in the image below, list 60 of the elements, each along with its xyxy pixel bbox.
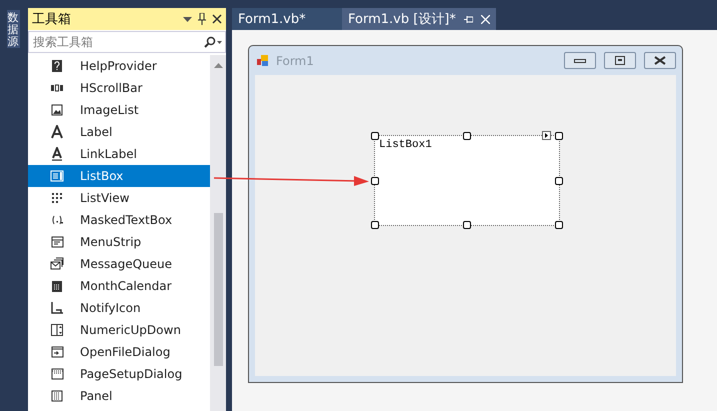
label-control-icon — [50, 125, 64, 139]
toolbox-item[interactable]: MaskedTextBox — [28, 209, 210, 231]
dropdown-icon[interactable] — [183, 16, 192, 22]
search-field[interactable]: 搜索工具箱 — [28, 31, 226, 53]
scroll-up-icon[interactable] — [214, 63, 222, 68]
resize-handle[interactable] — [371, 221, 379, 229]
search-icon[interactable] — [204, 36, 222, 48]
resize-handle[interactable] — [371, 132, 379, 140]
masked-text-icon — [50, 213, 64, 227]
scroll-thumb[interactable] — [214, 213, 222, 366]
dialog-icon — [50, 345, 64, 359]
link-label-icon — [50, 147, 64, 161]
smart-tag-icon[interactable] — [542, 131, 551, 140]
help-icon — [50, 59, 64, 73]
toolbox-item[interactable]: PageSetupDialog — [28, 363, 210, 385]
scrollbar[interactable] — [210, 55, 226, 411]
image-icon — [50, 103, 64, 117]
form-icon — [257, 54, 270, 66]
minimize-icon — [574, 58, 586, 62]
toolbox-item[interactable]: HelpProvider — [28, 55, 210, 77]
resize-handle[interactable] — [463, 221, 471, 229]
resize-handle[interactable] — [555, 132, 563, 140]
toolbox-item[interactable]: Panel — [28, 385, 210, 407]
toolbox-item[interactable]: OpenFileDialog — [28, 341, 210, 363]
toolbox-item[interactable]: HScrollBar — [28, 77, 210, 99]
pin-icon[interactable] — [198, 13, 206, 25]
calendar-icon — [50, 279, 64, 293]
toolbox-item[interactable]: MonthCalendar — [28, 275, 210, 297]
resize-handle[interactable] — [555, 177, 563, 185]
listbox-text: ListBox1 — [379, 139, 432, 151]
toolbox-item[interactable]: MessageQueue — [28, 253, 210, 275]
toolbox-item[interactable]: MenuStrip — [28, 231, 210, 253]
close-button[interactable] — [644, 52, 676, 69]
panel-title: 工具箱 — [32, 11, 72, 28]
toolbox-item[interactable]: ListView — [28, 187, 210, 209]
page-setup-icon — [50, 367, 64, 381]
maximize-button[interactable] — [604, 52, 636, 69]
form-title: Form1 — [276, 54, 315, 68]
spinner-icon — [50, 323, 64, 337]
list-view-icon — [50, 191, 64, 205]
close-icon[interactable] — [212, 14, 222, 24]
resize-handle[interactable] — [463, 132, 471, 140]
toolbox-item[interactable]: NumericUpDown — [28, 319, 210, 341]
toolbox-item[interactable]: ListBox — [28, 165, 210, 187]
menu-strip-icon — [50, 235, 64, 249]
toolbox-item[interactable]: NotifyIcon — [28, 297, 210, 319]
toolbox-item[interactable]: LinkLabel — [28, 143, 210, 165]
side-tab[interactable]: 数据源 — [6, 10, 20, 48]
minimize-button[interactable] — [564, 52, 596, 69]
message-queue-icon — [50, 257, 64, 271]
panel-icon — [50, 389, 64, 403]
toolbox-item[interactable]: Label — [28, 121, 210, 143]
listbox-icon — [50, 169, 64, 183]
tray-icon — [50, 301, 64, 315]
document-tab[interactable]: Form1.vb* — [232, 8, 342, 30]
toolbox-item[interactable]: ImageList — [28, 99, 210, 121]
resize-handle[interactable] — [555, 221, 563, 229]
maximize-icon — [615, 56, 625, 65]
close-icon — [654, 56, 666, 65]
resize-handle[interactable] — [371, 177, 379, 185]
